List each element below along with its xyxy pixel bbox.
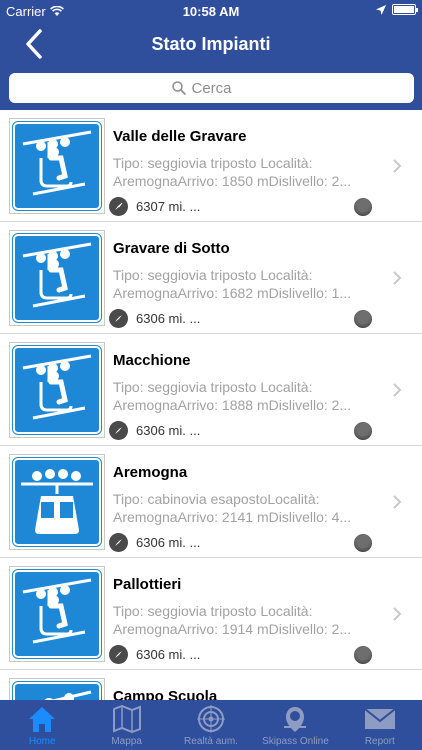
lift-description: Tipo: cabinovia esapostoLocalità: Aremog…: [113, 490, 361, 526]
lift-description-line: Tipo: seggiovia triposto Località:: [113, 155, 313, 171]
screen: Carrier 10:58 AM Stato Impianti Cerca Va…: [0, 0, 422, 750]
search-field[interactable]: [9, 73, 414, 103]
chevron-right-icon: [393, 607, 402, 621]
lift-description-line: AremognaArrivo: 1850 mDislivello: 2...: [113, 173, 352, 189]
lift-description-line: AremognaArrivo: 1914 mDislivello: 2...: [113, 621, 352, 637]
lift-distance: 6306 mi. ...: [136, 311, 201, 326]
tab-home[interactable]: Home: [0, 700, 84, 750]
lift-description-line: Tipo: seggiovia triposto Località:: [113, 267, 313, 283]
list-item[interactable]: Macchione Tipo: seggiovia triposto Local…: [0, 334, 422, 446]
list-item[interactable]: Campo Scuola: [0, 670, 422, 700]
tab-bar: Home Mappa Realtà aum. Skipass Online Re…: [0, 700, 422, 750]
lift-thumbnail: [9, 230, 105, 326]
compass-icon: [109, 533, 128, 552]
lift-description-line: AremognaArrivo: 1682 mDislivello: 1...: [113, 285, 352, 301]
lift-distance: 6306 mi. ...: [136, 535, 201, 550]
lift-thumbnail: [9, 342, 105, 438]
lift-thumbnail: [9, 454, 105, 550]
lift-description-line: AremognaArrivo: 2141 mDislivello: 4...: [113, 509, 352, 525]
lift-name: Pallottieri: [113, 576, 182, 593]
lift-list: Valle delle Gravare Tipo: seggiovia trip…: [0, 110, 422, 700]
target-icon: [197, 705, 226, 733]
lift-description-line: Tipo: seggiovia triposto Località:: [113, 603, 313, 619]
list-item[interactable]: Valle delle Gravare Tipo: seggiovia trip…: [0, 110, 422, 222]
lift-description: Tipo: seggiovia triposto Località: Aremo…: [113, 602, 361, 638]
skipass-icon: [284, 707, 307, 732]
lift-distance: 6306 mi. ...: [136, 423, 201, 438]
compass-icon: [109, 421, 128, 440]
tab-label: Skipass Online: [262, 736, 329, 747]
tab-map[interactable]: Mappa: [84, 700, 168, 750]
lift-description: Tipo: seggiovia triposto Località: Aremo…: [113, 154, 361, 190]
search-bar: [0, 66, 422, 110]
status-indicator: [354, 422, 372, 440]
chairlift-icon: [12, 233, 102, 323]
status-indicator: [354, 534, 372, 552]
search-icon: [171, 81, 186, 95]
page-title: Stato Impianti: [151, 34, 271, 54]
lift-description-line: AremognaArrivo: 1888 mDislivello: 2...: [113, 397, 352, 413]
chairlift-icon: [12, 569, 102, 659]
tab-label: Mappa: [111, 736, 142, 747]
lift-description-line: Tipo: cabinovia esapostoLocalità:: [113, 491, 320, 507]
compass-icon: [109, 309, 128, 328]
home-icon: [29, 707, 56, 732]
status-right: [376, 4, 418, 15]
chairlift-icon: [12, 345, 102, 435]
lift-thumbnail: [9, 678, 105, 700]
compass-icon: [109, 645, 128, 664]
tab-skipass-online[interactable]: Skipass Online: [253, 700, 337, 750]
compass-icon: [109, 197, 128, 216]
mail-icon: [364, 708, 396, 729]
lift-name: Valle delle Gravare: [113, 128, 247, 145]
lift-distance: 6307 mi. ...: [136, 199, 201, 214]
chairlift-icon: [12, 121, 102, 211]
lift-name: Campo Scuola: [113, 688, 218, 700]
status-indicator: [354, 310, 372, 328]
search-input[interactable]: [191, 79, 252, 97]
tab-label: Report: [364, 736, 395, 747]
list-item[interactable]: Gravare di Sotto Tipo: seggiovia tripost…: [0, 222, 422, 334]
lift-name: Macchione: [113, 352, 191, 369]
chevron-right-icon: [393, 159, 402, 173]
lift-description: Tipo: seggiovia triposto Località: Aremo…: [113, 378, 361, 414]
chevron-right-icon: [393, 383, 402, 397]
list-item[interactable]: Aremogna Tipo: cabinovia esapostoLocalit…: [0, 446, 422, 558]
skilift-icon: [12, 681, 102, 700]
lift-distance: 6306 mi. ...: [136, 647, 201, 662]
lift-description-line: Tipo: seggiovia triposto Località:: [113, 379, 313, 395]
gondola-icon: [12, 457, 102, 547]
lift-name: Aremogna: [113, 464, 188, 481]
battery-icon: [392, 4, 418, 15]
tab-augmented-reality[interactable]: Realtà aum.: [169, 700, 253, 750]
status-bar: Carrier 10:58 AM: [0, 0, 422, 22]
lift-thumbnail: [9, 118, 105, 214]
chevron-right-icon: [393, 271, 402, 285]
lift-description: Tipo: seggiovia triposto Località: Aremo…: [113, 266, 361, 302]
tab-label: Home: [28, 736, 56, 747]
clock: 10:58 AM: [182, 4, 240, 19]
status-indicator: [354, 646, 372, 664]
lift-thumbnail: [9, 566, 105, 662]
map-icon: [112, 705, 141, 733]
navigation-bar: Stato Impianti: [0, 22, 422, 66]
chevron-right-icon: [393, 495, 402, 509]
status-indicator: [354, 198, 372, 216]
tab-label: Realtà aum.: [184, 736, 238, 747]
location-arrow-icon: [376, 4, 386, 15]
tab-report[interactable]: Report: [338, 700, 422, 750]
list-item[interactable]: Pallottieri Tipo: seggiovia triposto Loc…: [0, 558, 422, 670]
lift-name: Gravare di Sotto: [113, 240, 230, 257]
